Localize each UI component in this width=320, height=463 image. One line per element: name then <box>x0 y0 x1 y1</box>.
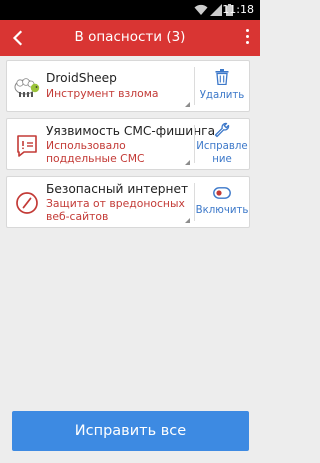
threat-title: Безопасный интернет <box>46 182 189 196</box>
wifi-icon <box>194 4 208 15</box>
more-options-button[interactable] <box>244 29 250 47</box>
threat-details[interactable]: Безопасный интернет Защита от вредоносны… <box>7 177 194 227</box>
delete-button[interactable]: Удалить <box>195 61 249 111</box>
threat-title: Уязвимость СМС-фишинга <box>46 124 216 138</box>
app-bar: В опасности (3) <box>0 20 260 56</box>
expand-corner-icon <box>185 102 190 107</box>
threat-title: DroidSheep <box>46 71 117 85</box>
fix-all-button[interactable]: Исправить все <box>12 411 249 451</box>
threat-card: Уязвимость СМС-фишинга Использовало подд… <box>6 118 250 170</box>
expand-corner-icon <box>185 218 190 223</box>
delete-label: Удалить <box>199 90 245 101</box>
threat-description: Инструмент взлома <box>46 87 159 100</box>
threat-details[interactable]: DroidSheep Инструмент взлома <box>7 61 194 111</box>
signal-icon <box>210 4 222 16</box>
fix-label: Исправле ние <box>196 141 248 165</box>
enable-label: Включить <box>195 205 249 216</box>
expand-corner-icon <box>185 160 190 165</box>
threat-description: Защита от вредоносных веб-сайтов <box>46 197 185 223</box>
trash-icon <box>215 69 229 85</box>
sms-message-icon <box>17 135 37 157</box>
threat-card: DroidSheep Инструмент взлома Удалить <box>6 60 250 112</box>
status-time: 11:18 <box>222 3 254 16</box>
fix-button[interactable]: Исправле ние <box>195 119 249 169</box>
more-vert-icon <box>244 29 250 44</box>
page-title: В опасности (3) <box>74 29 186 45</box>
threat-details[interactable]: Уязвимость СМС-фишинга Использовало подд… <box>7 119 215 169</box>
status-bar: 11:18 <box>0 0 260 20</box>
toggle-icon <box>213 187 231 199</box>
threat-description: Использовало поддельные СМС <box>46 139 145 165</box>
enable-button[interactable]: Включить <box>195 177 249 227</box>
wrench-icon <box>214 122 230 138</box>
compass-icon <box>16 192 38 214</box>
droidsheep-sheep-icon <box>14 78 40 97</box>
threat-card: Безопасный интернет Защита от вредоносны… <box>6 176 250 228</box>
